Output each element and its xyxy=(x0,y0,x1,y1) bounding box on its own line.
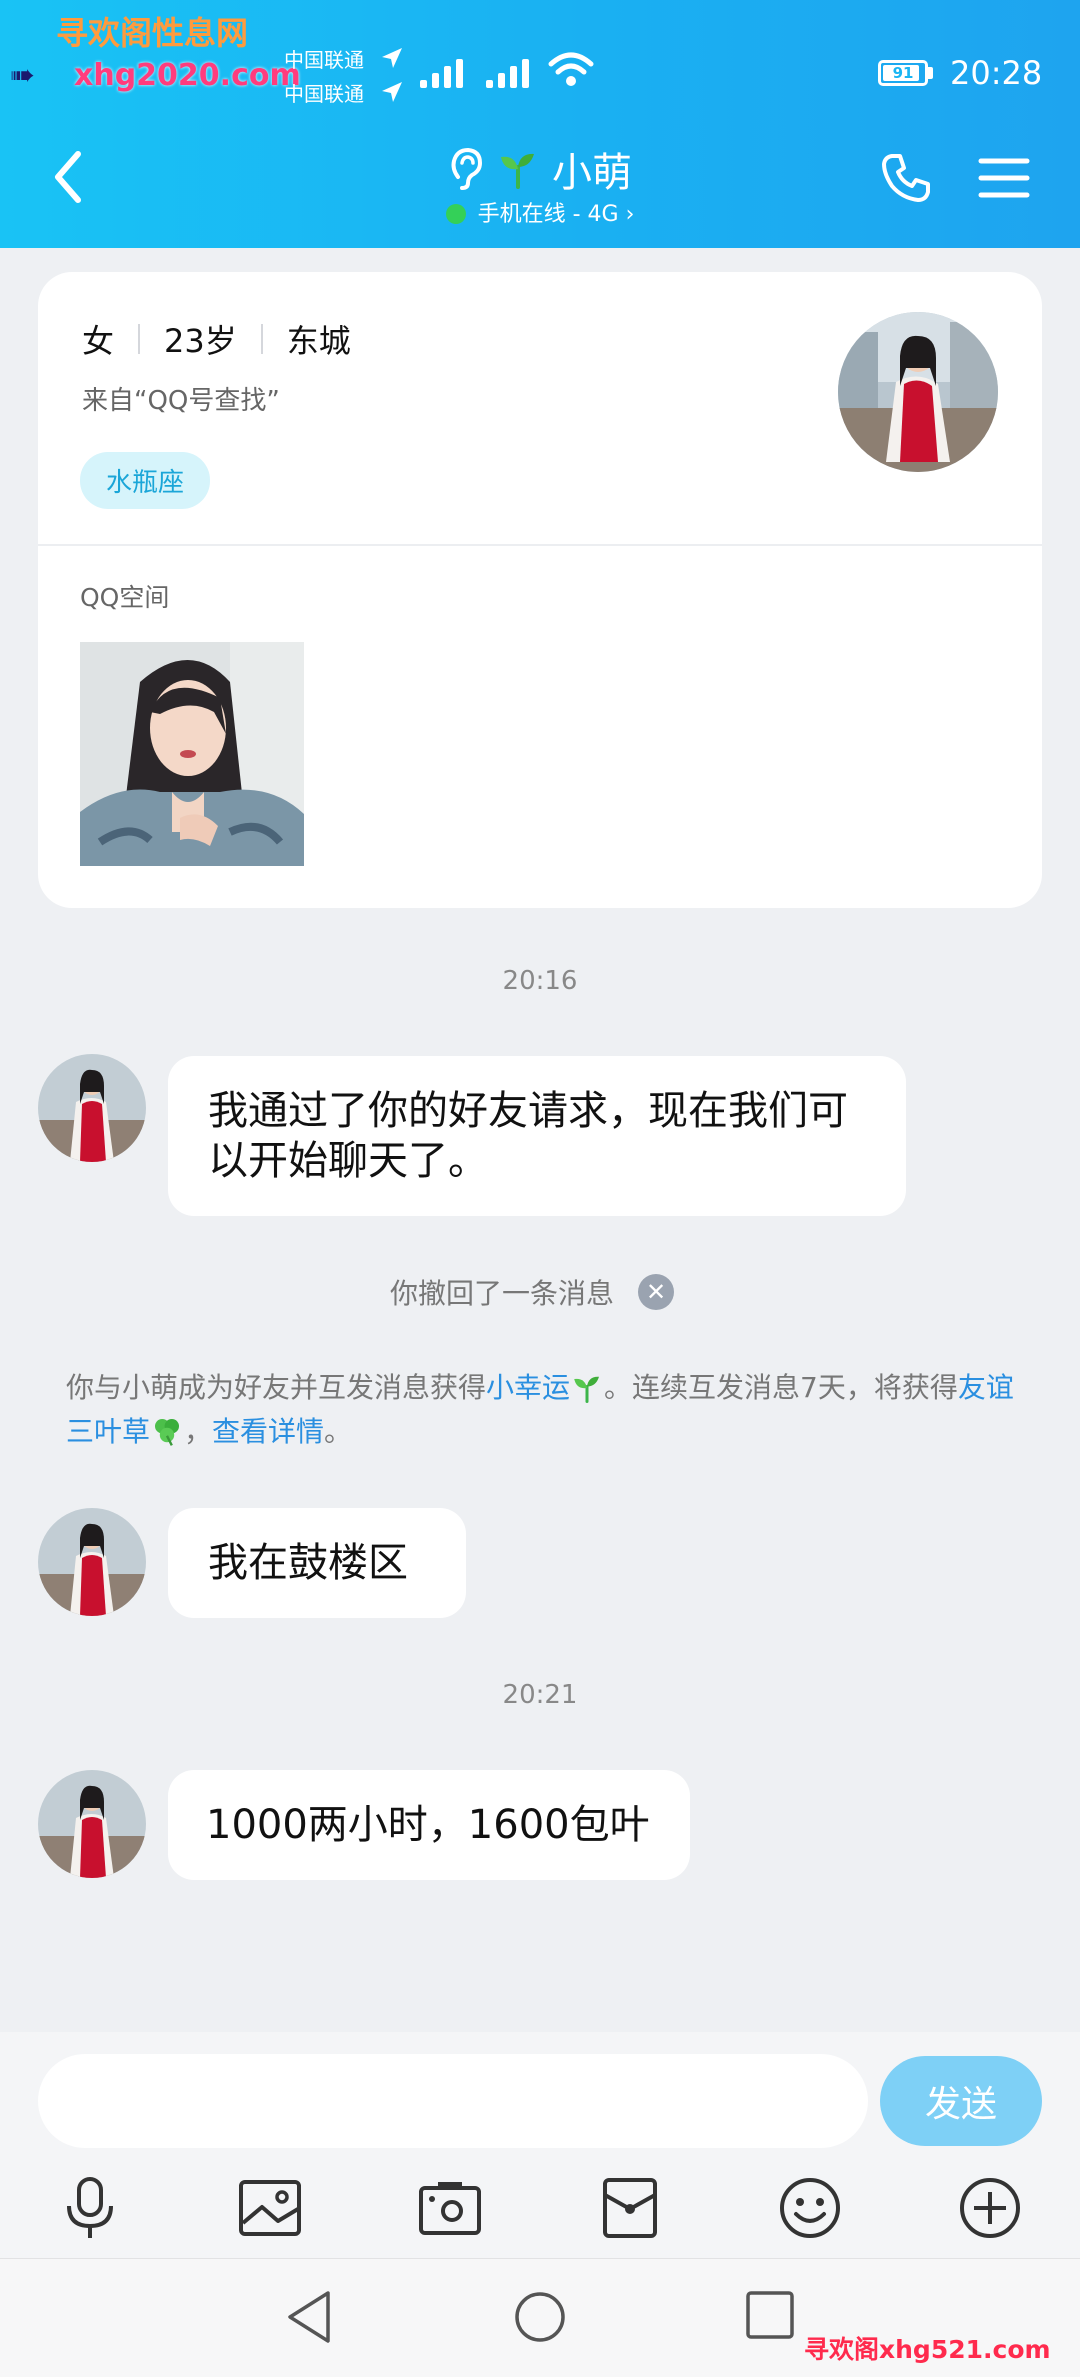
system-text: 。 xyxy=(324,1415,353,1448)
watermark-url: xhg2020.com xyxy=(74,58,301,93)
sender-avatar[interactable] xyxy=(38,1770,146,1878)
message-input[interactable] xyxy=(38,2054,868,2148)
ear-icon[interactable] xyxy=(448,147,484,191)
profile-basic-info: 女 23岁 东城 xyxy=(82,316,351,362)
message-bubble[interactable]: 我在鼓楼区 xyxy=(168,1508,466,1618)
friendship-system-message: 你与小萌成为好友并互发消息获得小幸运 。连续互发消息7天，将获得友谊三叶草 ，查看详… xyxy=(66,1366,1016,1454)
divider xyxy=(260,324,263,354)
online-dot xyxy=(445,204,466,224)
signal-icon xyxy=(420,59,463,88)
message-bubble[interactable]: 1000两小时，1600包叶 xyxy=(168,1770,690,1880)
profile-avatar[interactable] xyxy=(838,312,998,472)
card-divider xyxy=(38,544,1042,546)
profile-age: 23岁 xyxy=(164,322,237,360)
recall-text: 你撤回了一条消息 xyxy=(390,1277,615,1310)
divider xyxy=(138,324,141,354)
carrier-label-2: 中国联通 xyxy=(284,82,364,106)
profile-card[interactable]: 女 23岁 东城 来自“QQ号查找” 水瓶座 QQ空间 xyxy=(38,272,1042,908)
sender-avatar[interactable] xyxy=(38,1508,146,1616)
avatar-photo xyxy=(38,1054,146,1162)
phone-icon[interactable] xyxy=(878,150,934,206)
sprout-icon xyxy=(574,1376,600,1403)
lucky-link[interactable]: 小幸运 xyxy=(486,1371,570,1404)
chevron-right-icon: › xyxy=(618,202,635,227)
qzone-photo-image xyxy=(80,642,304,866)
camera-icon[interactable] xyxy=(414,2172,486,2244)
wifi-icon xyxy=(548,52,594,86)
home-circle-icon[interactable] xyxy=(512,2289,568,2345)
profile-location: 东城 xyxy=(286,322,351,360)
send-button[interactable]: 发送 xyxy=(880,2056,1042,2146)
battery-level: 91 xyxy=(892,64,914,82)
watermark-title: 寻欢阁性息网 xyxy=(56,14,249,52)
recents-square-icon[interactable] xyxy=(744,2289,796,2341)
status-time: 20:28 xyxy=(950,54,1043,92)
sprout-icon xyxy=(501,153,534,189)
zodiac-tag[interactable]: 水瓶座 xyxy=(80,452,211,509)
back-triangle-icon[interactable] xyxy=(284,2289,334,2345)
system-text: 你与小萌成为好友并互发消息获得 xyxy=(66,1371,487,1404)
profile-source: 来自“QQ号查找” xyxy=(82,386,280,416)
avatar-photo xyxy=(38,1770,146,1878)
message-timestamp: 20:21 xyxy=(502,1680,578,1710)
message-timestamp: 20:16 xyxy=(502,966,578,996)
battery-icon: 91 xyxy=(878,60,928,86)
watermark-arrow: ➠ xyxy=(10,58,36,93)
watermark-footer: 寻欢阁xhg521.com xyxy=(804,2335,1051,2364)
close-icon[interactable]: ✕ xyxy=(638,1274,675,1310)
carrier-label-1: 中国联通 xyxy=(284,48,364,72)
qzone-photo[interactable] xyxy=(80,642,304,866)
system-text: ， xyxy=(184,1415,213,1448)
profile-gender: 女 xyxy=(82,322,115,360)
chat-header: 寻欢阁性息网 ➠ xhg2020.com 中国联通 中国联通 91 20:28 xyxy=(0,0,1080,248)
location-arrow-icon xyxy=(382,82,402,102)
plus-icon[interactable] xyxy=(954,2172,1026,2244)
online-status-text: 手机在线 - 4G xyxy=(477,202,619,227)
avatar-photo xyxy=(838,312,998,472)
qzone-label: QQ空间 xyxy=(80,583,170,612)
avatar-photo xyxy=(38,1508,146,1616)
clover-icon xyxy=(155,1419,180,1446)
menu-icon[interactable] xyxy=(978,156,1030,200)
location-arrow-icon xyxy=(382,48,402,68)
emoji-icon[interactable] xyxy=(774,2172,846,2244)
red-packet-icon[interactable] xyxy=(594,2172,666,2244)
sender-avatar[interactable] xyxy=(38,1054,146,1162)
system-text: 。连续互发消息7天，将获得 xyxy=(604,1371,958,1404)
recall-notice: 你撤回了一条消息 ✕ xyxy=(390,1272,675,1312)
image-icon[interactable] xyxy=(234,2172,306,2244)
microphone-icon[interactable] xyxy=(54,2172,126,2244)
details-link[interactable]: 查看详情 xyxy=(212,1415,324,1448)
contact-name: 小萌 xyxy=(552,150,632,196)
signal-icon xyxy=(486,59,529,88)
battery-tip xyxy=(928,67,933,79)
message-bubble[interactable]: 我通过了你的好友请求，现在我们可以开始聊天了。 xyxy=(168,1056,906,1216)
